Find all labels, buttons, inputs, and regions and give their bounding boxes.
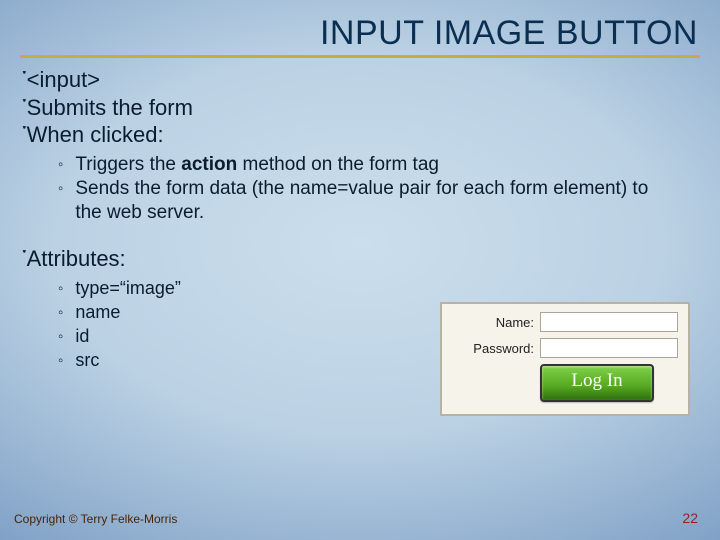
bullet-input: ་ <input> [22,66,720,94]
hollow-bullet-icon: ◦ [58,177,63,201]
form-preview: Name: Password: Log In [440,302,690,416]
sub-text-post: method on the form tag [237,154,439,175]
sub-text-pre: Triggers the [75,154,181,175]
attr-type: ◦ type=“image” [58,277,720,301]
footer-page-number: 22 [682,510,698,526]
sub-text: Sends the form data (the name=value pair… [75,177,665,226]
attr-text: id [75,325,89,348]
attr-text: type=“image” [75,277,181,300]
attr-text: name [75,301,120,324]
form-row-password: Password: [452,338,678,358]
attr-text: src [75,349,99,372]
footer-copyright: Copyright © Terry Felke-Morris [14,512,177,526]
name-input[interactable] [540,312,678,332]
bullet-when-clicked: ་ When clicked: [22,121,720,149]
slide-title: INPUT IMAGE BUTTON [0,0,720,55]
password-input[interactable] [540,338,678,358]
sub-text: Triggers the action method on the form t… [75,153,439,177]
title-underline [20,55,700,58]
sub-bullet-action: ◦ Triggers the action method on the form… [58,153,720,177]
bullet-text: Submits the form [27,94,193,122]
slide: INPUT IMAGE BUTTON ་ <input> ་ Submits t… [0,0,720,540]
bullet-attributes: ་ Attributes: [22,245,720,273]
bullet-text: Attributes: [27,245,126,273]
bullet-text: When clicked: [27,121,164,149]
hollow-bullet-icon: ◦ [58,277,63,301]
hollow-bullet-icon: ◦ [58,325,63,349]
hollow-bullet-icon: ◦ [58,153,63,177]
bullet-submits: ་ Submits the form [22,94,720,122]
login-button[interactable]: Log In [540,364,654,402]
sub-bullet-sends: ◦ Sends the form data (the name=value pa… [58,177,720,226]
hollow-bullet-icon: ◦ [58,301,63,325]
name-label: Name: [452,315,540,330]
password-label: Password: [452,341,540,356]
form-row-name: Name: [452,312,678,332]
sub-text-bold: action [181,154,237,175]
hollow-bullet-icon: ◦ [58,349,63,373]
bullet-text: <input> [27,66,100,94]
